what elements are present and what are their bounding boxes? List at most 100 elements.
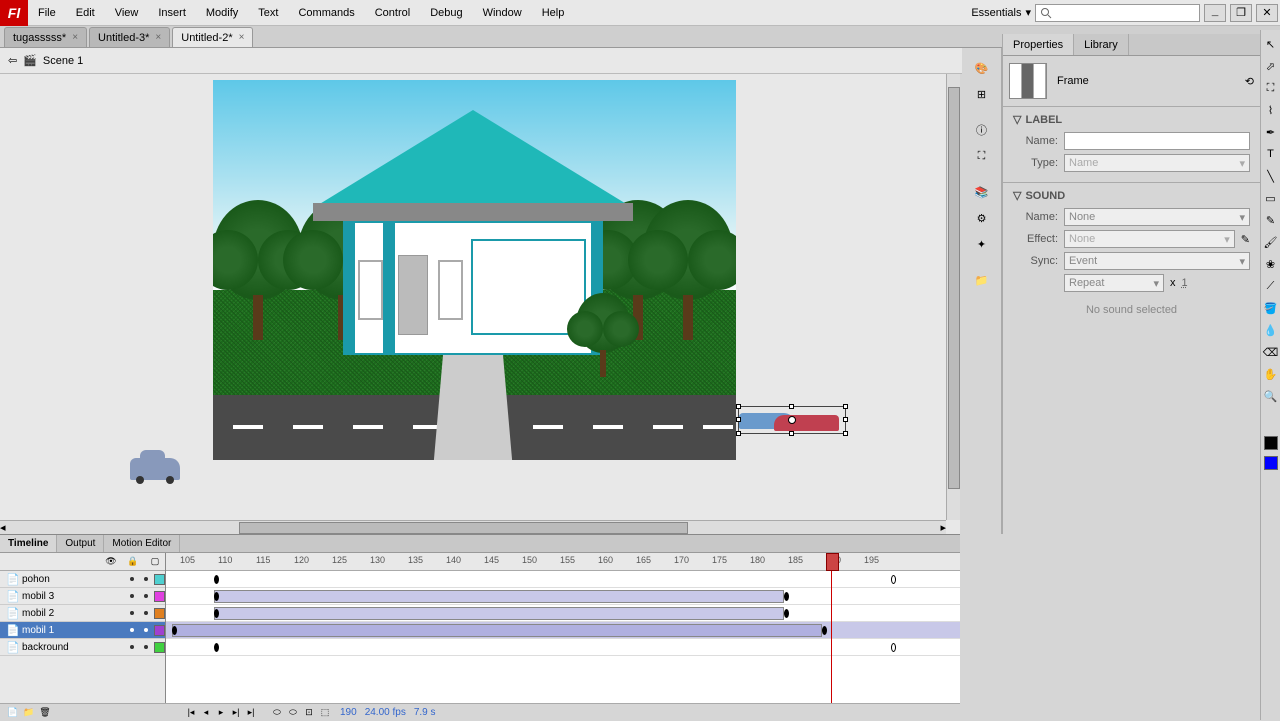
text-tool[interactable]: T bbox=[1263, 146, 1279, 162]
edit-effect-icon[interactable]: ✎ bbox=[1241, 233, 1250, 246]
search-input[interactable] bbox=[1035, 4, 1200, 22]
menu-help[interactable]: Help bbox=[532, 0, 575, 26]
hand-tool[interactable]: ✋ bbox=[1263, 366, 1279, 382]
tab-output[interactable]: Output bbox=[57, 535, 104, 552]
close-icon[interactable]: × bbox=[155, 32, 161, 43]
resize-handle[interactable] bbox=[736, 404, 741, 409]
onion-skin-button[interactable]: ⬭ bbox=[270, 706, 284, 720]
onion-markers-button[interactable]: ⬚ bbox=[318, 706, 332, 720]
sound-name-select[interactable]: None▾ bbox=[1064, 208, 1250, 226]
stroke-color[interactable] bbox=[1264, 436, 1278, 450]
sound-effect-select[interactable]: None▾ bbox=[1064, 230, 1235, 248]
fill-color[interactable] bbox=[1264, 456, 1278, 470]
subselection-tool[interactable]: ⬀ bbox=[1263, 58, 1279, 74]
resize-handle[interactable] bbox=[843, 417, 848, 422]
resize-handle[interactable] bbox=[843, 404, 848, 409]
line-tool[interactable]: ╲ bbox=[1263, 168, 1279, 184]
layer-row[interactable]: 📄mobil 2 bbox=[0, 605, 165, 622]
first-frame-button[interactable]: |◂ bbox=[184, 706, 198, 720]
tab-timeline[interactable]: Timeline bbox=[0, 535, 57, 552]
loop-icon[interactable]: ⟲ bbox=[1245, 75, 1254, 88]
doc-tab-0[interactable]: tugasssss*× bbox=[4, 27, 87, 47]
library-icon[interactable]: 📚 bbox=[968, 180, 996, 204]
delete-layer-button[interactable]: 🗑 bbox=[38, 706, 52, 720]
presets-icon[interactable]: ✦ bbox=[968, 232, 996, 256]
tab-properties[interactable]: Properties bbox=[1003, 34, 1074, 55]
menu-debug[interactable]: Debug bbox=[420, 0, 472, 26]
info-icon[interactable]: ⓘ bbox=[968, 118, 996, 142]
center-point[interactable] bbox=[788, 416, 796, 424]
onion-outline-button[interactable]: ⬭ bbox=[286, 706, 300, 720]
pen-tool[interactable]: ✒ bbox=[1263, 124, 1279, 140]
rectangle-tool[interactable]: ▭ bbox=[1263, 190, 1279, 206]
layer-row[interactable]: 📄mobil 1✎ bbox=[0, 622, 165, 639]
sound-repeat-select[interactable]: Repeat▾ bbox=[1064, 274, 1164, 292]
layer-row[interactable]: 📄pohon bbox=[0, 571, 165, 588]
label-name-input[interactable] bbox=[1064, 132, 1250, 150]
maximize-button[interactable]: ❐ bbox=[1230, 4, 1252, 22]
workspace-dropdown[interactable]: Essentials ▾ bbox=[971, 6, 1031, 19]
zoom-tool[interactable]: 🔍 bbox=[1263, 388, 1279, 404]
close-icon[interactable]: × bbox=[239, 32, 245, 43]
bone-tool[interactable]: ⟋ bbox=[1263, 278, 1279, 294]
doc-tab-1[interactable]: Untitled-3*× bbox=[89, 27, 170, 47]
sound-sync-select[interactable]: Event▾ bbox=[1064, 252, 1250, 270]
paint-bucket-tool[interactable]: 🪣 bbox=[1263, 300, 1279, 316]
menu-control[interactable]: Control bbox=[365, 0, 420, 26]
motion-icon[interactable]: ⚙ bbox=[968, 206, 996, 230]
resize-handle[interactable] bbox=[789, 404, 794, 409]
close-icon[interactable]: × bbox=[72, 32, 78, 43]
selection-tool[interactable]: ↖ bbox=[1263, 36, 1279, 52]
menu-modify[interactable]: Modify bbox=[196, 0, 248, 26]
align-icon[interactable]: ⊞ bbox=[968, 82, 996, 106]
play-button[interactable]: ▸ bbox=[214, 706, 228, 720]
vertical-scrollbar[interactable] bbox=[946, 74, 960, 520]
repeat-count[interactable]: 1 bbox=[1182, 277, 1188, 289]
resize-handle[interactable] bbox=[789, 431, 794, 436]
eraser-tool[interactable]: ⌫ bbox=[1263, 344, 1279, 360]
menu-text[interactable]: Text bbox=[248, 0, 288, 26]
tab-library[interactable]: Library bbox=[1074, 34, 1129, 55]
swatches-icon[interactable]: 🎨 bbox=[968, 56, 996, 80]
layer-row[interactable]: 📄mobil 3 bbox=[0, 588, 165, 605]
new-folder-button[interactable]: 📁 bbox=[22, 706, 36, 720]
minimize-button[interactable]: _ bbox=[1204, 4, 1226, 22]
back-icon[interactable]: ⇦ bbox=[8, 54, 17, 67]
prev-frame-button[interactable]: ◂ bbox=[199, 706, 213, 720]
transform-icon[interactable]: ⛶ bbox=[968, 144, 996, 168]
frame-ruler[interactable]: 1051101151201251301351401451501551601651… bbox=[166, 553, 960, 571]
horizontal-scrollbar[interactable]: ◂▸ bbox=[0, 520, 946, 534]
menu-file[interactable]: File bbox=[28, 0, 66, 26]
close-button[interactable]: ✕ bbox=[1256, 4, 1278, 22]
deco-tool[interactable]: ❀ bbox=[1263, 256, 1279, 272]
menu-window[interactable]: Window bbox=[473, 0, 532, 26]
stage[interactable] bbox=[213, 80, 736, 460]
pencil-tool[interactable]: ✎ bbox=[1263, 212, 1279, 228]
label-type-select[interactable]: Name▾ bbox=[1064, 154, 1250, 172]
playhead[interactable] bbox=[831, 553, 832, 703]
project-icon[interactable]: 📁 bbox=[968, 268, 996, 292]
resize-handle[interactable] bbox=[736, 431, 741, 436]
last-frame-button[interactable]: ▸| bbox=[244, 706, 258, 720]
selected-object[interactable] bbox=[738, 406, 846, 434]
menu-view[interactable]: View bbox=[105, 0, 149, 26]
menu-edit[interactable]: Edit bbox=[66, 0, 105, 26]
tab-motion-editor[interactable]: Motion Editor bbox=[104, 535, 180, 552]
edit-multiple-button[interactable]: ⊡ bbox=[302, 706, 316, 720]
next-frame-button[interactable]: ▸| bbox=[229, 706, 243, 720]
current-frame[interactable]: 190 bbox=[340, 707, 357, 718]
menu-commands[interactable]: Commands bbox=[288, 0, 364, 26]
resize-handle[interactable] bbox=[843, 431, 848, 436]
resize-handle[interactable] bbox=[736, 417, 741, 422]
lasso-tool[interactable]: ⌇ bbox=[1263, 102, 1279, 118]
brush-tool[interactable]: 🖌 bbox=[1263, 234, 1279, 250]
doc-tab-2[interactable]: Untitled-2*× bbox=[172, 27, 253, 47]
section-label[interactable]: ▽LABEL bbox=[1013, 113, 1250, 126]
free-transform-tool[interactable]: ⛶ bbox=[1263, 80, 1279, 96]
new-layer-button[interactable]: 📄 bbox=[6, 706, 20, 720]
section-sound[interactable]: ▽SOUND bbox=[1013, 189, 1250, 202]
frames-area[interactable]: 1051101151201251301351401451501551601651… bbox=[166, 553, 960, 703]
fps-value[interactable]: 24.00 fps bbox=[365, 707, 406, 718]
menu-insert[interactable]: Insert bbox=[148, 0, 196, 26]
car-symbol[interactable] bbox=[130, 458, 180, 480]
